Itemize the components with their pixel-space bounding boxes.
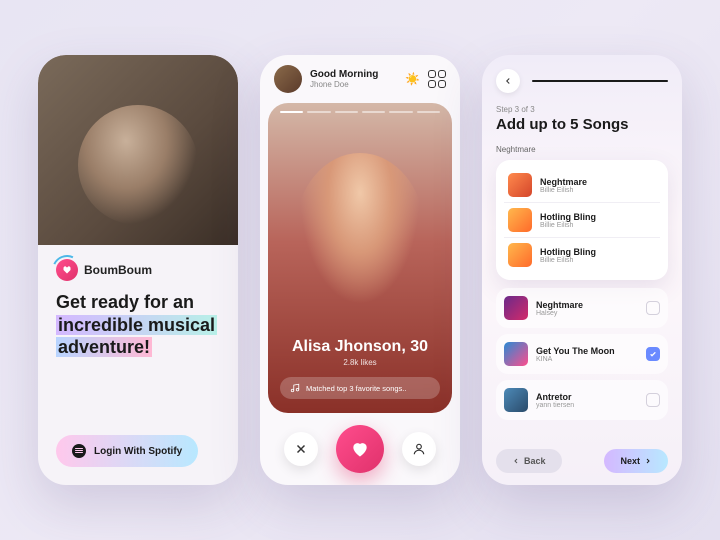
- album-cover: [508, 243, 532, 267]
- profile-likes: 2.8k likes: [280, 358, 440, 367]
- next-button[interactable]: Next: [604, 449, 668, 473]
- dropdown-item[interactable]: Hotling Bling Billie Eilish: [504, 238, 660, 272]
- match-text: Matched top 3 favorite songs..: [306, 384, 406, 393]
- dismiss-button[interactable]: [284, 432, 318, 466]
- chevron-left-icon: [512, 457, 520, 465]
- selection-checkbox[interactable]: [646, 347, 660, 361]
- heart-icon: [350, 439, 370, 459]
- song-title: Get You The Moon: [536, 346, 638, 356]
- login-spotify-label: Login With Spotify: [94, 446, 182, 457]
- dropdown-item[interactable]: Neghtmare Billie Eilish: [504, 168, 660, 203]
- search-dropdown: Neghtmare Billie Eilish Hotling Bling Bi…: [496, 160, 668, 280]
- brand-name: BoumBoum: [84, 263, 152, 277]
- superlike-button[interactable]: [402, 432, 436, 466]
- selection-row[interactable]: Get You The Moon KINA: [496, 334, 668, 374]
- hero-image: [38, 55, 238, 245]
- dropdown-item[interactable]: Hotling Bling Billie Eilish: [504, 203, 660, 238]
- album-cover: [504, 342, 528, 366]
- song-title: Antretor: [536, 392, 638, 402]
- onboarding-screen: BoumBoum Get ready for an incredible mus…: [38, 55, 238, 485]
- album-cover: [504, 296, 528, 320]
- like-button[interactable]: [336, 425, 384, 473]
- headline-line1: Get ready for an: [56, 292, 194, 312]
- chevron-right-icon: [644, 457, 652, 465]
- album-cover: [508, 173, 532, 197]
- selection-checkbox[interactable]: [646, 393, 660, 407]
- headline-line3: adventure!: [56, 337, 152, 357]
- song-title: Hotling Bling: [540, 247, 656, 257]
- headline-line2: incredible musical: [56, 315, 217, 335]
- album-cover: [504, 388, 528, 412]
- top-bar: [496, 69, 668, 93]
- login-spotify-button[interactable]: Login With Spotify: [56, 435, 198, 467]
- page-title: Add up to 5 Songs: [496, 116, 668, 133]
- greeting-text: Good Morning: [310, 69, 397, 80]
- song-title: Neghtmare: [540, 177, 656, 187]
- song-title: Hotling Bling: [540, 212, 656, 222]
- user-avatar[interactable]: [274, 65, 302, 93]
- brand-logo-icon: [56, 259, 78, 281]
- arrow-left-icon: [503, 76, 513, 86]
- song-artist: Billie Eilish: [540, 222, 656, 229]
- username-text: Jhone Doe: [310, 80, 397, 89]
- album-cover: [508, 208, 532, 232]
- menu-grid-icon[interactable]: [428, 70, 446, 88]
- song-select-screen: Step 3 of 3 Add up to 5 Songs Neghtmare …: [482, 55, 682, 485]
- back-label: Back: [524, 456, 546, 466]
- action-row: [260, 413, 460, 485]
- back-icon-button[interactable]: [496, 69, 520, 93]
- next-label: Next: [620, 456, 640, 466]
- back-button[interactable]: Back: [496, 449, 562, 473]
- step-label: Step 3 of 3: [496, 105, 668, 114]
- song-artist: Billie Eilish: [540, 257, 656, 264]
- story-progress: [280, 111, 440, 113]
- progress-bar: [532, 80, 668, 82]
- song-artist: Halsey: [536, 310, 638, 317]
- profile-card[interactable]: Alisa Jhonson, 30 2.8k likes Matched top…: [268, 103, 452, 413]
- close-icon: [294, 442, 308, 456]
- selection-checkbox[interactable]: [646, 301, 660, 315]
- header: Good Morning Jhone Doe ☀️: [260, 55, 460, 103]
- nav-row: Back Next: [496, 439, 668, 473]
- song-title: Neghtmare: [536, 300, 638, 310]
- selection-row[interactable]: Neghtmare Halsey: [496, 288, 668, 328]
- profile-screen: Good Morning Jhone Doe ☀️ Alisa Jhonson,…: [260, 55, 460, 485]
- selection-row[interactable]: Antretor yann tiersen: [496, 380, 668, 420]
- spotify-icon: [72, 444, 86, 458]
- greeting-block: Good Morning Jhone Doe: [310, 69, 397, 89]
- song-artist: yann tiersen: [536, 402, 638, 409]
- headline: Get ready for an incredible musical adve…: [56, 291, 220, 359]
- song-artist: Billie Eilish: [540, 187, 656, 194]
- search-input[interactable]: Neghtmare: [496, 145, 668, 154]
- sun-icon: ☀️: [405, 72, 420, 86]
- song-artist: KINA: [536, 356, 638, 363]
- music-note-icon: [290, 383, 300, 393]
- person-icon: [412, 442, 426, 456]
- profile-name: Alisa Jhonson, 30: [280, 338, 440, 356]
- match-pill[interactable]: Matched top 3 favorite songs..: [280, 377, 440, 399]
- brand-row: BoumBoum: [56, 259, 220, 281]
